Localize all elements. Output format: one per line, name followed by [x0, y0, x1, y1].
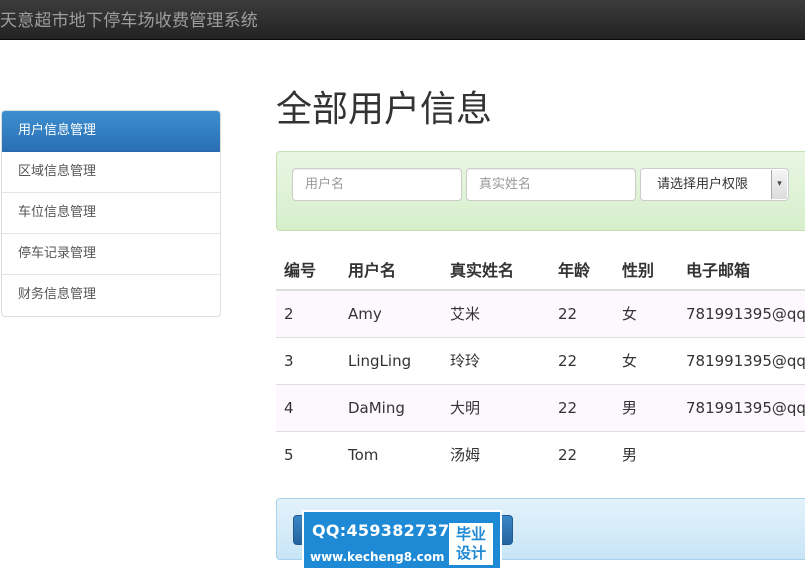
chevron-down-icon[interactable]: ▾ [771, 170, 787, 199]
cell-age: 22 [550, 430, 614, 478]
cell-id: 3 [276, 336, 340, 384]
cell-username: Amy [340, 289, 442, 337]
sidebar-item-parking-records[interactable]: 停车记录管理 [2, 234, 220, 275]
watermark-qq: QQ:459382737 [312, 521, 450, 540]
sidebar-item-finance-info[interactable]: 财务信息管理 [2, 275, 220, 316]
table-header-row: 编号 用户名 真实姓名 年龄 性别 电子邮箱 [276, 248, 805, 291]
cell-gender: 女 [614, 289, 678, 337]
table-row[interactable]: 3 LingLing 玲玲 22 女 781991395@qq. [276, 336, 805, 384]
sidebar-item-user-info[interactable]: 用户信息管理 [2, 111, 220, 152]
cell-gender: 男 [614, 430, 678, 478]
cell-age: 22 [550, 289, 614, 337]
sidebar-menu: 用户信息管理 区域信息管理 车位信息管理 停车记录管理 财务信息管理 [1, 110, 221, 317]
sidebar-item-space-info[interactable]: 车位信息管理 [2, 193, 220, 234]
cell-id: 4 [276, 383, 340, 431]
search-panel: 请选择用户权限 ▾ [276, 151, 805, 231]
cell-username: Tom [340, 430, 442, 478]
column-header-username: 用户名 [340, 248, 442, 291]
cell-email: 781991395@qq. [678, 336, 805, 384]
table-row[interactable]: 2 Amy 艾米 22 女 781991395@qq. [276, 289, 805, 337]
user-table-container: 编号 用户名 真实姓名 年龄 性别 电子邮箱 2 Amy 艾米 22 女 781… [276, 248, 805, 478]
watermark-badge-line2: 设计 [455, 544, 486, 562]
cell-gender: 女 [614, 336, 678, 384]
user-role-select[interactable]: 请选择用户权限 ▾ [640, 168, 789, 201]
column-header-gender: 性别 [614, 248, 678, 291]
page-title: 全部用户信息 [276, 89, 493, 130]
watermark-badge: 毕业 设计 [449, 523, 493, 565]
watermark-site: www.kecheng8.com [310, 550, 445, 564]
realname-search-input[interactable] [466, 168, 636, 201]
column-header-age: 年龄 [550, 248, 614, 291]
cell-id: 2 [276, 289, 340, 337]
watermark-badge-line1: 毕业 [455, 525, 486, 543]
column-header-realname: 真实姓名 [442, 248, 550, 291]
cell-realname: 玲玲 [442, 336, 550, 384]
username-search-input[interactable] [292, 168, 462, 201]
cell-gender: 男 [614, 383, 678, 431]
table-row[interactable]: 5 Tom 汤姆 22 男 [276, 430, 805, 478]
watermark-banner: QQ:459382737 www.kecheng8.com 毕业 设计 [302, 510, 502, 570]
app-brand-title[interactable]: 天意超市地下停车场收费管理系统 [0, 6, 258, 31]
cell-realname: 汤姆 [442, 430, 550, 478]
cell-realname: 大明 [442, 383, 550, 431]
top-navbar: 天意超市地下停车场收费管理系统 [0, 0, 805, 40]
cell-realname: 艾米 [442, 289, 550, 337]
cell-age: 22 [550, 336, 614, 384]
column-header-email: 电子邮箱 [678, 248, 805, 291]
cell-id: 5 [276, 430, 340, 478]
cell-age: 22 [550, 383, 614, 431]
sidebar-item-area-info[interactable]: 区域信息管理 [2, 152, 220, 193]
table-row[interactable]: 4 DaMing 大明 22 男 781991395@qq. [276, 383, 805, 431]
cell-email: 781991395@qq. [678, 289, 805, 337]
cell-email: 781991395@qq. [678, 383, 805, 431]
cell-username: LingLing [340, 336, 442, 384]
cell-username: DaMing [340, 383, 442, 431]
user-role-select-value: 请选择用户权限 [657, 177, 749, 192]
cell-email [678, 430, 805, 478]
column-header-id: 编号 [276, 248, 340, 291]
user-table: 编号 用户名 真实姓名 年龄 性别 电子邮箱 2 Amy 艾米 22 女 781… [276, 248, 805, 478]
